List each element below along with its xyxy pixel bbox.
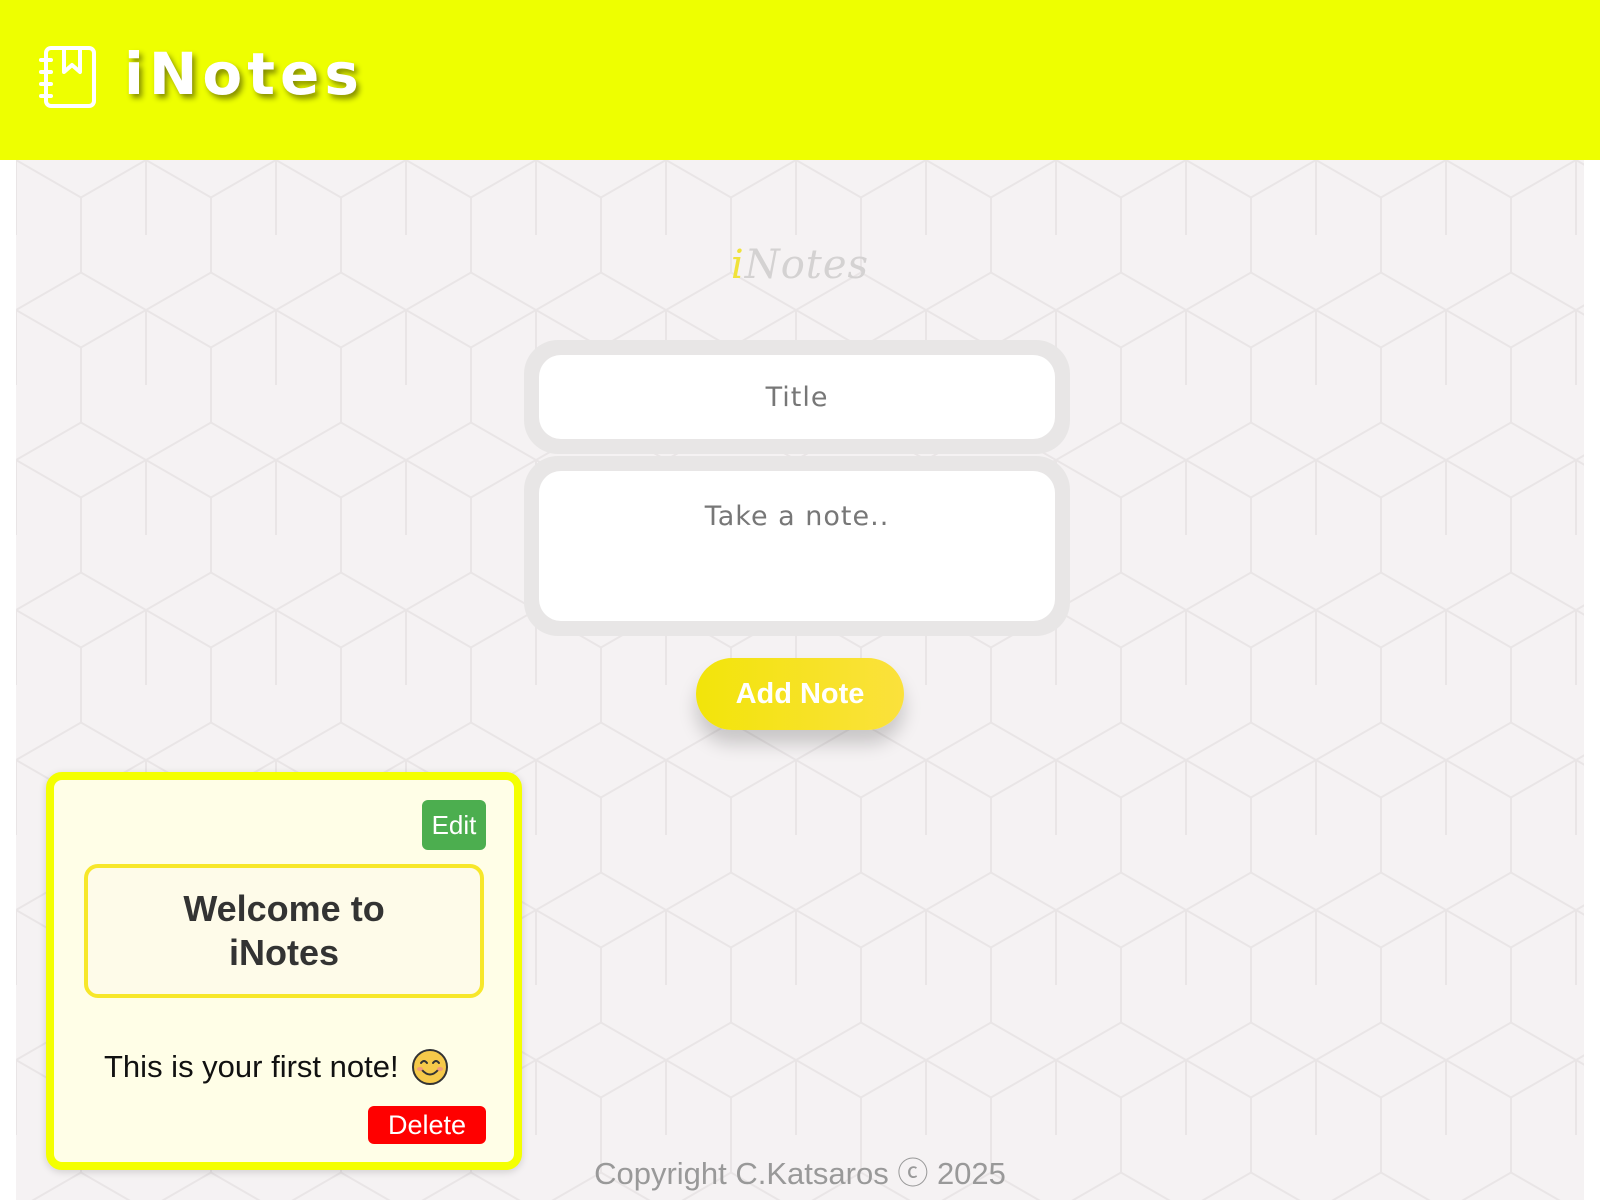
app-brand: iNotes [124,40,364,108]
note-body-text: This is your first note! [104,1049,399,1084]
edit-button[interactable]: Edit [422,800,486,850]
add-note-button[interactable]: Add Note [696,658,904,730]
footer-copyright: Copyright C.Katsaros ⓒ 2025 [594,1156,1006,1191]
note-card: Edit Welcome to iNotes This is your firs… [46,772,522,1170]
notebook-bookmark-icon [39,46,96,108]
note-title: Welcome to iNotes [183,888,385,973]
title-field-wrapper [524,340,1070,454]
note-body: This is your first note! [104,1048,449,1086]
note-textarea[interactable] [539,471,1055,621]
note-field-wrapper [524,456,1070,636]
title-input[interactable] [539,355,1055,439]
delete-button[interactable]: Delete [368,1106,486,1144]
note-title-box: Welcome to iNotes [84,864,484,998]
main-area: iNotes Add Note Edit Welcome to iNotes T… [16,160,1584,1200]
app-header: iNotes [0,0,1600,160]
smiling-face-icon [411,1049,448,1085]
form-heading: iNotes [730,242,870,288]
